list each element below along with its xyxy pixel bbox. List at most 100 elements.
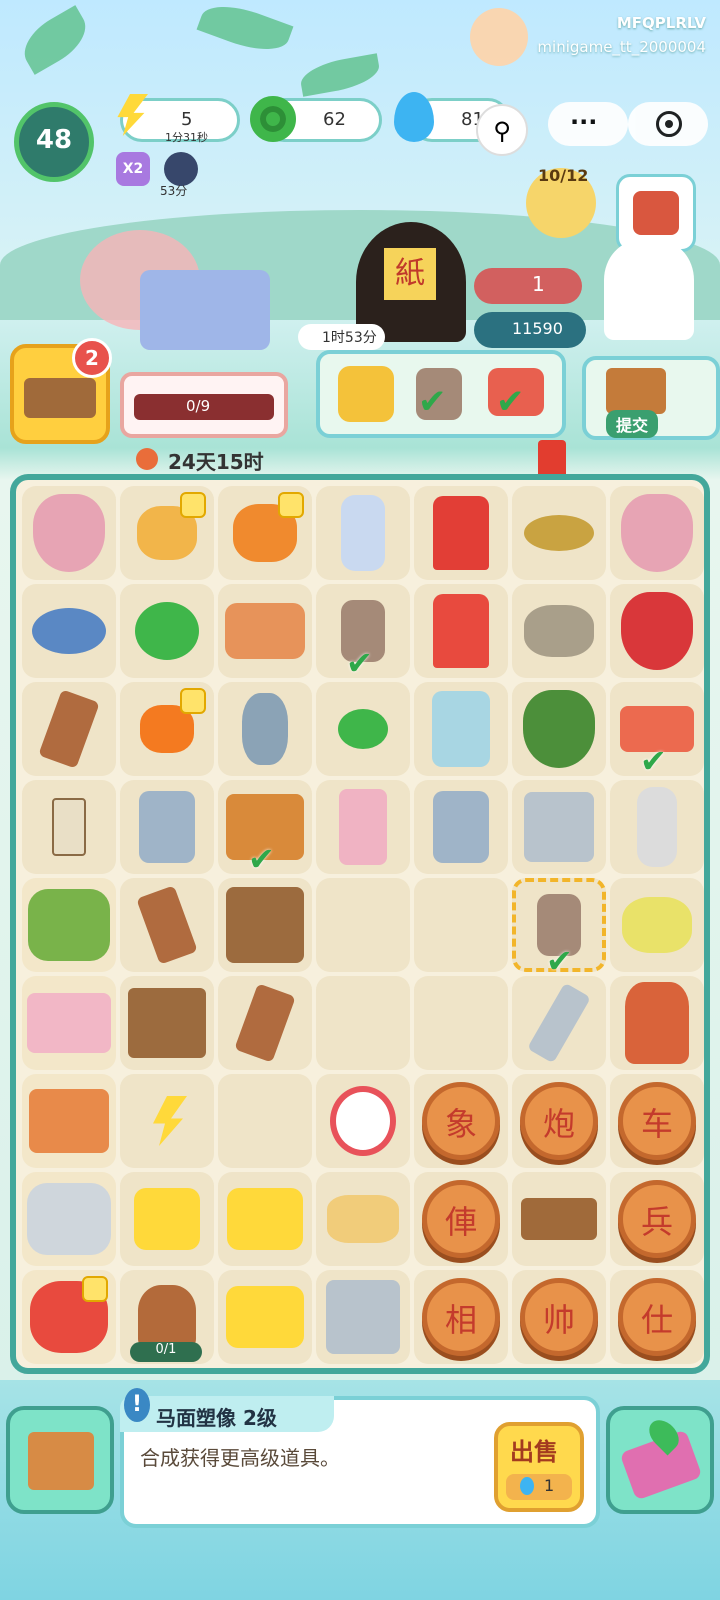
board-cell[interactable]: ✔	[218, 780, 312, 878]
chess-piece-item[interactable]: 象	[422, 1082, 500, 1160]
board-cell[interactable]	[218, 878, 312, 972]
wooden-tag-item[interactable]	[38, 689, 100, 769]
board-cell[interactable]	[120, 1074, 214, 1168]
board-cell[interactable]	[22, 682, 116, 776]
board-cell[interactable]	[120, 1172, 214, 1266]
double-boost-badge[interactable]: X2	[116, 152, 150, 186]
shovel-item[interactable]	[433, 791, 489, 863]
board-cell[interactable]	[414, 682, 508, 776]
submit-button[interactable]: 提交	[606, 410, 659, 438]
board-cell[interactable]: 车	[610, 1074, 704, 1168]
board-cell[interactable]	[316, 780, 410, 874]
energy-pile-item[interactable]	[226, 1286, 304, 1348]
board-cell[interactable]: 炮	[512, 1074, 606, 1168]
board-cell[interactable]	[414, 780, 508, 874]
fish-item[interactable]	[524, 515, 594, 551]
board-cell[interactable]	[218, 1270, 312, 1364]
event-gem-counter[interactable]: 11590	[474, 312, 586, 348]
board-cell-empty[interactable]	[316, 976, 410, 1070]
board-cell[interactable]	[316, 1270, 410, 1364]
oyster-item[interactable]	[524, 605, 594, 657]
board-cell[interactable]	[22, 1074, 116, 1168]
swordfish-item[interactable]	[32, 608, 106, 654]
board-cell[interactable]	[512, 976, 606, 1070]
board-cell[interactable]	[316, 1172, 410, 1266]
board-cell[interactable]	[22, 486, 116, 580]
wooden-booth-item[interactable]	[226, 887, 304, 963]
board-cell[interactable]	[22, 780, 116, 874]
crossed-spears-item[interactable]	[326, 1280, 400, 1354]
board-cell[interactable]: 0/1	[120, 1270, 214, 1364]
shovel-item[interactable]	[139, 791, 195, 863]
twin-swords-item[interactable]	[524, 792, 594, 862]
pink-robe-item[interactable]	[339, 789, 387, 865]
board-cell[interactable]	[218, 976, 312, 1070]
board-cell[interactable]	[22, 1270, 116, 1364]
gift-box-generator[interactable]	[27, 993, 111, 1053]
board-cell[interactable]	[120, 584, 214, 678]
board-cell[interactable]: 象	[414, 1074, 508, 1168]
board-cell[interactable]	[512, 1172, 606, 1266]
fruit-basket-generator[interactable]	[28, 889, 110, 961]
temple-generator[interactable]	[29, 1089, 109, 1153]
wooden-box-item[interactable]	[521, 1198, 597, 1240]
shrimp-item[interactable]	[242, 693, 288, 765]
next-order-panel[interactable]: 提交	[582, 356, 720, 440]
board-cell[interactable]	[316, 486, 410, 580]
chess-piece-item[interactable]: 相	[422, 1278, 500, 1356]
chess-piece-item[interactable]: 兵	[618, 1180, 696, 1258]
board-cell[interactable]	[218, 486, 312, 580]
chess-piece-item[interactable]: 仕	[618, 1278, 696, 1356]
paper-scroll-item[interactable]	[52, 798, 86, 856]
board-cell[interactable]: 相	[414, 1270, 508, 1364]
board-cell[interactable]: 兵	[610, 1172, 704, 1266]
boy-character[interactable]	[604, 240, 694, 340]
board-cell[interactable]	[218, 584, 312, 678]
joystick-icon[interactable]: ⚲	[476, 104, 528, 156]
potion-bottle-item[interactable]	[341, 495, 385, 571]
board-cell[interactable]	[414, 486, 508, 580]
chess-piece-item[interactable]: 车	[618, 1082, 696, 1160]
energy-pile-item[interactable]	[134, 1188, 200, 1250]
more-menu-button[interactable]: ···	[548, 102, 628, 146]
sell-button[interactable]: 出售 1	[494, 1422, 584, 1512]
blue-robe-item[interactable]	[432, 691, 490, 767]
chess-piece-item[interactable]: 俥	[422, 1180, 500, 1258]
yellow-scarf-item[interactable]	[622, 897, 692, 953]
wooden-tag-item[interactable]	[234, 983, 296, 1063]
energy-pile-item[interactable]	[227, 1188, 303, 1250]
board-cell[interactable]	[512, 584, 606, 678]
red-dress-item[interactable]	[433, 594, 489, 668]
white-statue-item[interactable]	[637, 787, 677, 867]
board-cell[interactable]	[316, 1074, 410, 1168]
board-cell[interactable]	[22, 1172, 116, 1266]
board-cell[interactable]	[512, 486, 606, 580]
board-cell[interactable]: 帅	[512, 1270, 606, 1364]
order-requirements[interactable]: ✔ ✔	[316, 350, 566, 438]
board-cell[interactable]	[610, 780, 704, 874]
yarn-item[interactable]	[327, 1195, 399, 1243]
alarm-clock-item[interactable]	[330, 1086, 396, 1156]
board-cell[interactable]: ✔	[610, 682, 704, 780]
saber-item[interactable]	[527, 982, 591, 1064]
board-cell[interactable]	[22, 878, 116, 972]
inventory-box-button[interactable]	[6, 1406, 114, 1514]
board-cell-empty[interactable]	[414, 976, 508, 1070]
board-cell[interactable]	[316, 682, 410, 776]
red-dress-item[interactable]	[433, 496, 489, 570]
wooden-tag-item[interactable]	[136, 885, 198, 965]
girl-doll-item[interactable]	[138, 1285, 196, 1349]
board-cell[interactable]	[218, 682, 312, 776]
opera-mask-pink-item[interactable]	[621, 494, 693, 572]
board-cell-empty[interactable]	[414, 878, 508, 972]
board-cell[interactable]	[120, 486, 214, 580]
map-button[interactable]	[606, 1406, 714, 1514]
chip-counter[interactable]: 1	[474, 268, 582, 304]
board-cell[interactable]	[610, 878, 704, 972]
close-program-button[interactable]	[628, 102, 708, 146]
board-cell[interactable]	[120, 878, 214, 972]
chess-piece-item[interactable]: 炮	[520, 1082, 598, 1160]
jade-coin-item[interactable]	[338, 709, 388, 749]
playground-building[interactable]	[140, 270, 270, 350]
board-cell[interactable]	[22, 976, 116, 1070]
